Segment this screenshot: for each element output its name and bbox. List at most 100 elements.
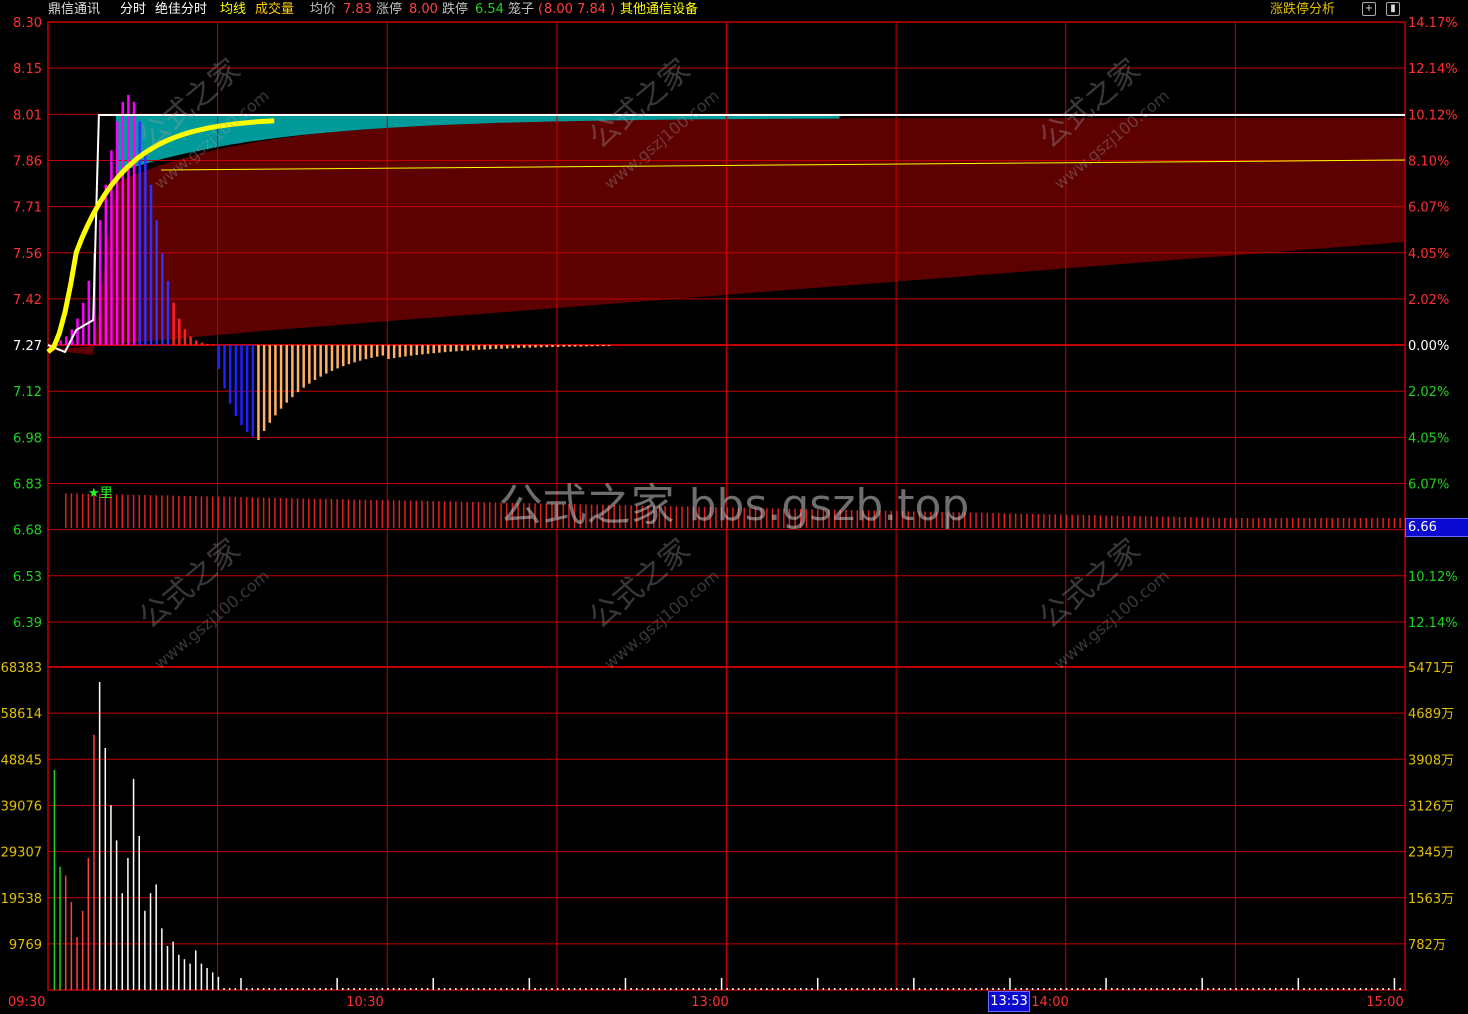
ratio-bar: [1043, 514, 1045, 528]
ratio-bar: [1308, 518, 1311, 528]
volume-bar: [70, 902, 73, 990]
ratio-bar: [76, 493, 78, 528]
volume-bar: [1246, 988, 1249, 990]
volume-bar: [195, 950, 197, 990]
volume-bar: [1348, 988, 1350, 990]
time-cursor-label: 13:53: [988, 991, 1030, 1012]
indicator-name[interactable]: 绝佳分时: [155, 2, 207, 18]
ratio-bar: [291, 498, 293, 528]
ratio-bar: [1026, 513, 1028, 528]
sector-label[interactable]: 其他通信设备: [620, 2, 698, 18]
mode-label[interactable]: 分时: [120, 2, 146, 18]
volume-bar: [1303, 988, 1305, 990]
volume-bar: [613, 988, 615, 990]
volume-bar: [1173, 988, 1175, 990]
ratio-bar: [1054, 514, 1056, 528]
ratio-bar: [217, 496, 220, 528]
ratio-bar: [1060, 514, 1062, 528]
bar-down: [449, 345, 452, 352]
ratio-bar: [1037, 514, 1039, 528]
ratio-bar: [115, 494, 118, 528]
volume-tick-label-right: 1563万: [1408, 892, 1454, 907]
price-tick-label: 7.71: [13, 201, 42, 216]
ratio-bar: [1048, 514, 1051, 528]
volume-bar: [800, 988, 802, 990]
bar-down: [234, 345, 238, 416]
ratio-bar: [1342, 518, 1345, 528]
bar-up: [200, 342, 204, 345]
intraday-chart[interactable]: 8.308.158.017.867.717.567.427.277.126.98…: [0, 0, 1468, 1014]
bar-down: [415, 345, 419, 356]
volume-bar: [568, 988, 570, 990]
bar-down: [426, 345, 430, 354]
volume-bar: [477, 988, 480, 990]
volume-bar: [438, 988, 440, 990]
bar-up: [127, 95, 130, 345]
panel-icon[interactable]: ▮: [1386, 2, 1400, 16]
bar-down: [460, 345, 464, 351]
ratio-bar: [364, 499, 367, 528]
avg-price-label: 均价: [310, 2, 337, 17]
volume-bar: [935, 988, 938, 990]
volume-tick-label-right: 2345万: [1408, 846, 1454, 861]
volume-bar: [709, 988, 712, 990]
ratio-bar: [1331, 518, 1333, 528]
volume-bar: [879, 988, 881, 990]
bar-down: [398, 345, 402, 358]
volume-bar: [862, 988, 864, 990]
volume-bar: [743, 988, 745, 990]
volume-bar: [1054, 988, 1056, 990]
limit-analysis-button[interactable]: 涨跌停分析: [1270, 2, 1335, 18]
percent-tick-label: 2.02%: [1408, 385, 1449, 400]
ratio-bar: [1082, 514, 1085, 528]
volume-bar: [794, 988, 796, 990]
bar-down: [392, 345, 396, 359]
ratio-bar: [1099, 515, 1102, 528]
volume-tick-label-right: 3908万: [1408, 753, 1454, 768]
volume-bar: [200, 963, 203, 990]
volume-bar: [76, 937, 78, 990]
bar-down: [257, 345, 260, 440]
bar-down: [539, 345, 543, 348]
volume-bar: [822, 988, 825, 990]
ratio-bar: [172, 495, 174, 528]
volume-bar: [59, 866, 61, 990]
cage-close: ): [610, 2, 616, 17]
volume-bar: [556, 988, 559, 990]
watermark-center: 公式之家 bbs.gszb.top: [499, 480, 970, 531]
avg-line-label: 均线: [220, 2, 247, 17]
volume-bar: [415, 988, 418, 990]
ratio-bar: [308, 498, 310, 528]
plus-icon[interactable]: +: [1362, 2, 1376, 16]
ratio-bar: [1291, 518, 1294, 528]
volume-bar: [375, 988, 378, 990]
volume-bar: [1037, 988, 1039, 990]
ratio-bar: [489, 502, 491, 528]
bar-up: [115, 121, 119, 346]
bar-up: [189, 336, 192, 345]
volume-bar: [313, 988, 316, 990]
bar-up: [87, 280, 91, 345]
ratio-bar: [975, 512, 977, 528]
volume-bar: [850, 988, 853, 990]
stock-name[interactable]: 鼎信通讯: [48, 2, 100, 18]
volume-bar: [1291, 988, 1294, 990]
volume-bar: [404, 988, 406, 990]
ratio-bar: [1190, 517, 1192, 528]
price-tick-label: 7.56: [13, 247, 42, 262]
ratio-bar: [1212, 517, 1215, 528]
ratio-bar: [1399, 518, 1401, 528]
ratio-bar: [155, 495, 157, 528]
cage-label: 笼子: [508, 2, 535, 17]
volume-bar: [788, 988, 791, 990]
volume-bar: [387, 988, 389, 990]
volume-bar: [1207, 988, 1209, 990]
ratio-bar: [274, 497, 276, 528]
volume-bar: [211, 972, 214, 990]
volume-bar: [1399, 988, 1401, 990]
volume-tick-label: 48845: [1, 753, 42, 768]
ratio-bar: [986, 512, 989, 528]
ratio-bar: [1235, 518, 1237, 528]
ratio-bar: [1314, 518, 1317, 528]
volume-tick-label-right: 3126万: [1408, 799, 1454, 814]
